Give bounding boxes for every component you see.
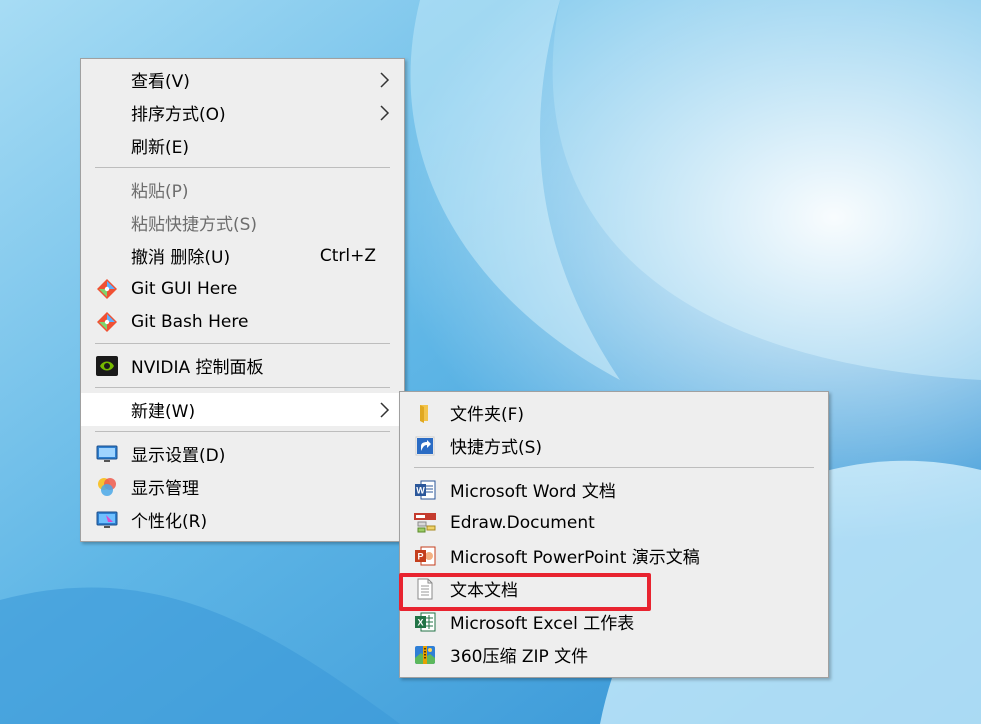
menu-item-refresh[interactable]: 刷新(E) bbox=[81, 129, 404, 162]
annotation-highlight-box bbox=[399, 573, 651, 611]
menu-item-label: 个性化(R) bbox=[131, 512, 208, 532]
display-manager-icon bbox=[95, 476, 119, 498]
menu-item-label: 粘贴(P) bbox=[131, 182, 189, 202]
nvidia-icon bbox=[95, 355, 119, 377]
menu-item-label: 360压缩 ZIP 文件 bbox=[450, 647, 589, 667]
menu-item-label: Edraw.Document bbox=[450, 512, 595, 533]
menu-item-label: Microsoft Word 文档 bbox=[450, 482, 616, 502]
menu-separator bbox=[81, 382, 404, 393]
menu-item-label: Git GUI Here bbox=[131, 278, 238, 299]
menu-separator bbox=[400, 462, 828, 473]
svg-text:W: W bbox=[416, 486, 425, 496]
menu-item-paste[interactable]: 粘贴(P) bbox=[81, 173, 404, 206]
zip-icon bbox=[413, 644, 437, 666]
submenu-item-shortcut[interactable]: 快捷方式(S) bbox=[400, 429, 828, 462]
menu-item-nvidia-control-panel[interactable]: NVIDIA 控制面板 bbox=[81, 349, 404, 382]
menu-item-label: Git Bash Here bbox=[131, 311, 249, 332]
submenu-item-zip-file[interactable]: 360压缩 ZIP 文件 bbox=[400, 638, 828, 671]
excel-icon: X bbox=[413, 611, 437, 633]
menu-item-view[interactable]: 查看(V) bbox=[81, 63, 404, 96]
menu-item-personalize[interactable]: 个性化(R) bbox=[81, 503, 404, 536]
submenu-item-word-document[interactable]: W Microsoft Word 文档 bbox=[400, 473, 828, 506]
git-gui-icon bbox=[95, 278, 119, 300]
menu-item-git-bash-here[interactable]: Git Bash Here bbox=[81, 305, 404, 338]
menu-item-label: 排序方式(O) bbox=[131, 105, 226, 125]
menu-item-label: 快捷方式(S) bbox=[450, 438, 543, 458]
chevron-right-icon bbox=[380, 105, 390, 121]
menu-item-display-settings[interactable]: 显示设置(D) bbox=[81, 437, 404, 470]
menu-separator bbox=[81, 162, 404, 173]
menu-separator bbox=[81, 426, 404, 437]
menu-item-label: 查看(V) bbox=[131, 72, 190, 92]
menu-item-label: 显示设置(D) bbox=[131, 446, 226, 466]
powerpoint-icon: P bbox=[413, 545, 437, 567]
menu-item-label: 文件夹(F) bbox=[450, 405, 525, 425]
menu-item-label: 显示管理 bbox=[131, 479, 199, 499]
submenu-item-folder[interactable]: 文件夹(F) bbox=[400, 396, 828, 429]
menu-item-git-gui-here[interactable]: Git GUI Here bbox=[81, 272, 404, 305]
menu-item-label: Microsoft Excel 工作表 bbox=[450, 614, 635, 634]
menu-item-sort-by[interactable]: 排序方式(O) bbox=[81, 96, 404, 129]
menu-item-label: 撤消 删除(U) bbox=[131, 248, 231, 268]
display-settings-icon bbox=[95, 443, 119, 465]
submenu-item-edraw-document[interactable]: Edraw.Document bbox=[400, 506, 828, 539]
chevron-right-icon bbox=[380, 402, 390, 418]
shortcut-icon bbox=[413, 435, 437, 457]
folder-icon bbox=[413, 402, 437, 424]
menu-item-shortcut: Ctrl+Z bbox=[319, 245, 376, 266]
desktop-context-menu: 查看(V) 排序方式(O) 刷新(E) 粘贴(P) 粘贴快捷方式(S) 撤消 删… bbox=[80, 58, 405, 542]
edraw-icon bbox=[413, 512, 437, 534]
personalize-icon bbox=[95, 509, 119, 531]
menu-item-label: Microsoft PowerPoint 演示文稿 bbox=[450, 548, 700, 568]
svg-text:P: P bbox=[417, 552, 423, 562]
submenu-item-powerpoint-presentation[interactable]: P Microsoft PowerPoint 演示文稿 bbox=[400, 539, 828, 572]
menu-item-label: 刷新(E) bbox=[131, 138, 190, 158]
menu-item-undo-delete[interactable]: 撤消 删除(U) Ctrl+Z bbox=[81, 239, 404, 272]
svg-text:X: X bbox=[417, 618, 423, 628]
menu-separator bbox=[81, 338, 404, 349]
menu-item-new[interactable]: 新建(W) bbox=[81, 393, 404, 426]
new-submenu: 文件夹(F) 快捷方式(S) W Microsoft Word 文档 Edraw… bbox=[399, 391, 829, 678]
menu-item-label: NVIDIA 控制面板 bbox=[131, 358, 264, 378]
git-bash-icon bbox=[95, 311, 119, 333]
menu-item-label: 粘贴快捷方式(S) bbox=[131, 215, 258, 235]
word-icon: W bbox=[413, 479, 437, 501]
menu-item-paste-shortcut[interactable]: 粘贴快捷方式(S) bbox=[81, 206, 404, 239]
chevron-right-icon bbox=[380, 72, 390, 88]
menu-item-label: 新建(W) bbox=[131, 402, 196, 422]
menu-item-display-manager[interactable]: 显示管理 bbox=[81, 470, 404, 503]
